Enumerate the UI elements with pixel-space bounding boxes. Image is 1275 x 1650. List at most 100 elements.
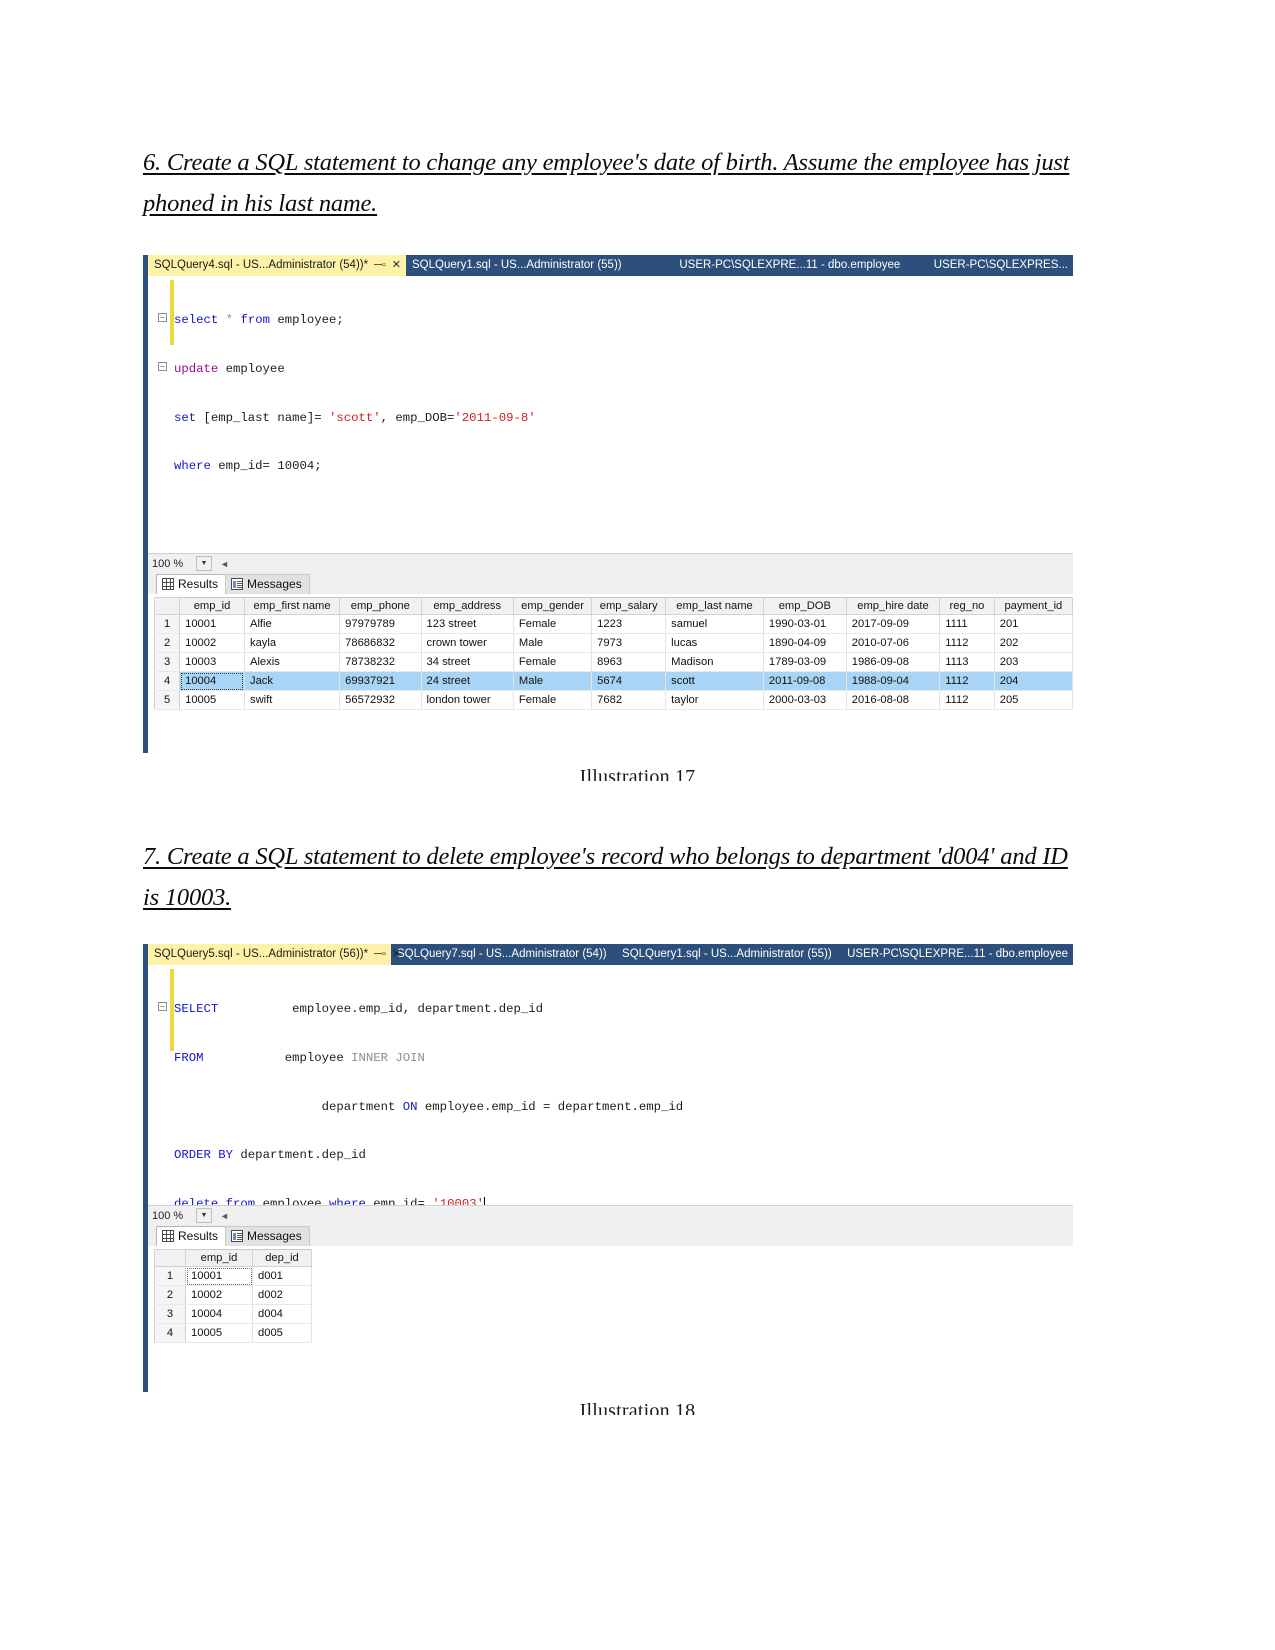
cell-dep-id[interactable]: d004 bbox=[252, 1304, 312, 1324]
cell-emp-address[interactable]: 123 street bbox=[420, 614, 514, 634]
tab-sqlquery7[interactable]: SQLQuery7.sql - US...Administrator (54)) bbox=[391, 944, 616, 965]
cell-emp-hire-date[interactable]: 2016-08-08 bbox=[845, 690, 941, 710]
grid-corner-header[interactable] bbox=[153, 597, 181, 615]
column-header-emp-first-name[interactable]: emp_first name bbox=[243, 597, 341, 615]
results-grid-wrapper-1[interactable]: emp_id emp_first name emp_phone emp_addr… bbox=[148, 594, 1073, 753]
cell-reg-no[interactable]: 1112 bbox=[939, 690, 995, 710]
cell-emp-last-name[interactable]: Madison bbox=[665, 652, 764, 672]
table-row[interactable]: 4 10005 d005 bbox=[154, 1323, 312, 1343]
cell-emp-address[interactable]: 34 street bbox=[420, 652, 514, 672]
cell-emp-gender[interactable]: Female bbox=[512, 614, 593, 634]
cell-payment-id[interactable]: 202 bbox=[993, 633, 1073, 653]
chevron-down-icon[interactable]: ▼ bbox=[196, 556, 212, 571]
cell-emp-last-name[interactable]: samuel bbox=[665, 614, 764, 634]
cell-emp-dob[interactable]: 1890-04-09 bbox=[762, 633, 847, 653]
tab-sqlquery1[interactable]: SQLQuery1.sql - US...Administrator (55)) bbox=[406, 255, 673, 276]
column-header-emp-phone[interactable]: emp_phone bbox=[339, 597, 422, 615]
pin-icon[interactable]: ─▫ bbox=[374, 949, 386, 960]
cell-emp-salary[interactable]: 1223 bbox=[591, 614, 667, 634]
cell-emp-salary[interactable]: 7682 bbox=[591, 690, 667, 710]
cell-payment-id[interactable]: 201 bbox=[993, 614, 1073, 634]
cell-emp-hire-date[interactable]: 2017-09-09 bbox=[845, 614, 941, 634]
cell-emp-last-name[interactable]: lucas bbox=[665, 633, 764, 653]
cell-payment-id[interactable]: 203 bbox=[993, 652, 1073, 672]
cell-emp-phone[interactable]: 69937921 bbox=[339, 671, 422, 691]
tab-sqlquery1[interactable]: SQLQuery1.sql - US...Administrator (55)) bbox=[616, 944, 841, 965]
cell-emp-hire-date[interactable]: 1986-09-08 bbox=[845, 652, 941, 672]
cell-emp-salary[interactable]: 7973 bbox=[591, 633, 667, 653]
row-number[interactable]: 4 bbox=[153, 671, 181, 691]
results-grid-2[interactable]: emp_id dep_id 1 10001 d001 2 10002 d002 bbox=[154, 1249, 312, 1343]
cell-emp-last-name[interactable]: taylor bbox=[665, 690, 764, 710]
table-row[interactable]: 1 10001 Alfie 97979789 123 street Female… bbox=[153, 614, 1073, 634]
column-header-emp-address[interactable]: emp_address bbox=[420, 597, 514, 615]
cell-emp-first-name[interactable]: Alfie bbox=[243, 614, 341, 634]
table-row[interactable]: 5 10005 swift 56572932 london tower Fema… bbox=[153, 690, 1073, 710]
sql-editor-2[interactable]: − SELECT employee.emp_id, department.dep_… bbox=[148, 965, 1073, 1205]
cell-emp-id[interactable]: 10003 bbox=[179, 652, 245, 672]
cell-emp-address[interactable]: 24 street bbox=[420, 671, 514, 691]
cell-emp-salary[interactable]: 8963 bbox=[591, 652, 667, 672]
cell-emp-phone[interactable]: 78738232 bbox=[339, 652, 422, 672]
cell-emp-gender[interactable]: Female bbox=[512, 652, 593, 672]
scroll-left-icon[interactable]: ◄ bbox=[220, 1211, 229, 1221]
sql-editor-1[interactable]: − select * from employee; − update employe… bbox=[148, 276, 1073, 553]
cell-emp-dob[interactable]: 2011-09-08 bbox=[762, 671, 847, 691]
cell-dep-id[interactable]: d005 bbox=[252, 1323, 312, 1343]
row-number[interactable]: 3 bbox=[153, 652, 181, 672]
results-grid-wrapper-2[interactable]: emp_id dep_id 1 10001 d001 2 10002 d002 bbox=[148, 1246, 1073, 1392]
fold-icon[interactable]: − bbox=[158, 1002, 167, 1012]
column-header-reg-no[interactable]: reg_no bbox=[939, 597, 995, 615]
cell-emp-phone[interactable]: 56572932 bbox=[339, 690, 422, 710]
cell-emp-first-name[interactable]: Alexis bbox=[243, 652, 341, 672]
cell-emp-dob[interactable]: 2000-03-03 bbox=[762, 690, 847, 710]
tab-results-2[interactable]: Results bbox=[156, 1226, 227, 1246]
table-row[interactable]: 3 10003 Alexis 78738232 34 street Female… bbox=[153, 652, 1073, 672]
table-row[interactable]: 3 10004 d004 bbox=[154, 1304, 312, 1324]
tab-messages-2[interactable]: Messages bbox=[225, 1226, 310, 1246]
tab-messages-1[interactable]: Messages bbox=[225, 574, 310, 594]
cell-emp-id[interactable]: 10004 bbox=[179, 671, 245, 691]
tab-sqlquery4[interactable]: SQLQuery4.sql - US...Administrator (54))… bbox=[148, 255, 406, 276]
cell-emp-id[interactable]: 10004 bbox=[185, 1304, 253, 1324]
cell-reg-no[interactable]: 1112 bbox=[939, 671, 995, 691]
cell-reg-no[interactable]: 1111 bbox=[939, 614, 995, 634]
cell-emp-id[interactable]: 10002 bbox=[179, 633, 245, 653]
tab-sqlexpress[interactable]: USER-PC\SQLEXPRES... bbox=[928, 255, 1073, 276]
close-icon[interactable]: ✕ bbox=[392, 260, 401, 271]
grid-corner-header[interactable] bbox=[154, 1249, 186, 1267]
sql-code-1[interactable]: − select * from employee; − update employe… bbox=[158, 280, 536, 507]
cell-emp-first-name[interactable]: swift bbox=[243, 690, 341, 710]
fold-icon[interactable]: − bbox=[158, 313, 167, 323]
close-icon[interactable]: ✕ bbox=[392, 949, 401, 960]
tab-dbo-employee[interactable]: USER-PC\SQLEXPRE...11 - dbo.employee bbox=[841, 944, 1073, 965]
table-row-selected[interactable]: 4 10004 Jack 69937921 24 street Male 567… bbox=[153, 671, 1073, 691]
cell-emp-phone[interactable]: 97979789 bbox=[339, 614, 422, 634]
table-row[interactable]: 2 10002 d002 bbox=[154, 1285, 312, 1305]
pin-icon[interactable]: ─▫ bbox=[374, 260, 386, 271]
column-header-emp-salary[interactable]: emp_salary bbox=[591, 597, 667, 615]
cell-reg-no[interactable]: 1113 bbox=[939, 652, 995, 672]
row-number[interactable]: 1 bbox=[153, 614, 181, 634]
tab-dbo-employee[interactable]: USER-PC\SQLEXPRE...11 - dbo.employee bbox=[673, 255, 927, 276]
cell-reg-no[interactable]: 1112 bbox=[939, 633, 995, 653]
cell-emp-last-name[interactable]: scott bbox=[665, 671, 764, 691]
column-header-emp-id[interactable]: emp_id bbox=[179, 597, 245, 615]
column-header-dep-id[interactable]: dep_id bbox=[252, 1249, 312, 1267]
column-header-payment-id[interactable]: payment_id bbox=[993, 597, 1073, 615]
cell-emp-id[interactable]: 10001 bbox=[179, 614, 245, 634]
cell-emp-id[interactable]: 10002 bbox=[185, 1285, 253, 1305]
cell-emp-id[interactable]: 10005 bbox=[185, 1323, 253, 1343]
cell-emp-id[interactable]: 10001 bbox=[185, 1266, 253, 1286]
tab-results-1[interactable]: Results bbox=[156, 574, 227, 594]
cell-payment-id[interactable]: 205 bbox=[993, 690, 1073, 710]
cell-emp-first-name[interactable]: Jack bbox=[243, 671, 341, 691]
cell-emp-salary[interactable]: 5674 bbox=[591, 671, 667, 691]
cell-emp-hire-date[interactable]: 1988-09-04 bbox=[845, 671, 941, 691]
cell-dep-id[interactable]: d002 bbox=[252, 1285, 312, 1305]
row-number[interactable]: 1 bbox=[154, 1266, 186, 1286]
cell-emp-first-name[interactable]: kayla bbox=[243, 633, 341, 653]
column-header-emp-dob[interactable]: emp_DOB bbox=[762, 597, 847, 615]
column-header-emp-hire-date[interactable]: emp_hire date bbox=[845, 597, 941, 615]
table-row[interactable]: 1 10001 d001 bbox=[154, 1266, 312, 1286]
